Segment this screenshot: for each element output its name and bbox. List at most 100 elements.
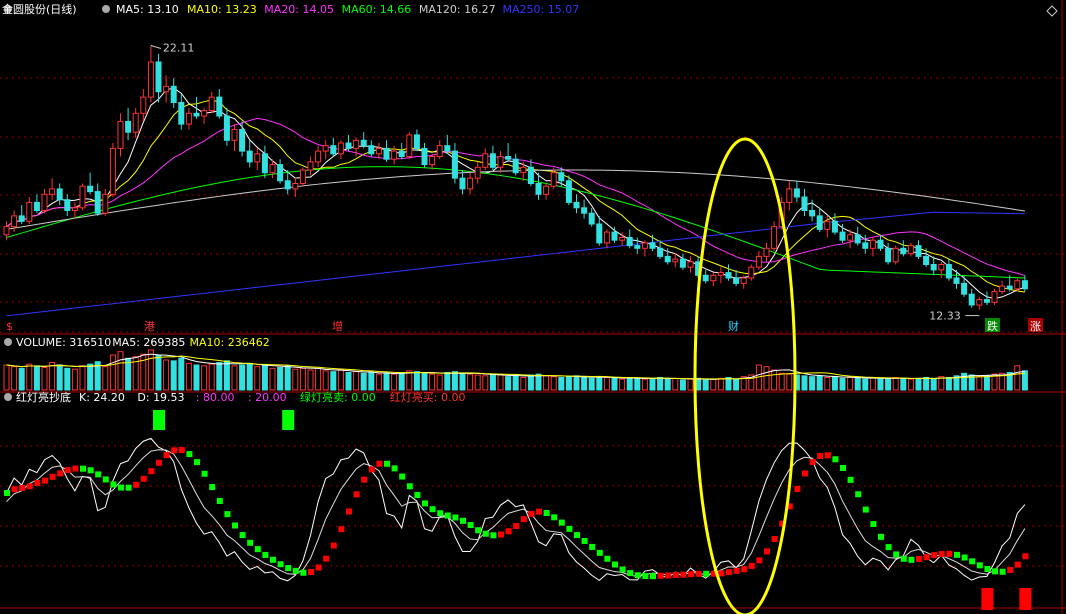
trend-square — [961, 554, 968, 561]
event-marker[interactable]: 增 — [330, 318, 345, 333]
event-marker-text: 财 — [728, 319, 739, 333]
volume-bar — [71, 368, 78, 391]
candle-body — [793, 188, 800, 198]
trend-square — [346, 508, 352, 515]
volume-bar — [634, 377, 641, 391]
trend-square — [581, 537, 588, 544]
candle-body — [246, 150, 253, 163]
candle-body — [201, 110, 208, 117]
candle-body — [748, 266, 755, 279]
volume-bar — [907, 378, 914, 391]
volume-bar — [596, 376, 603, 391]
trend-square — [163, 452, 170, 459]
candle-body — [771, 226, 778, 249]
candle-body — [64, 199, 71, 211]
candle-body — [178, 102, 185, 125]
event-marker-text: 涨 — [1030, 320, 1041, 333]
candle-body — [885, 247, 892, 263]
trend-square — [216, 497, 223, 504]
volume-bar — [535, 373, 542, 391]
event-marker[interactable]: 涨 — [1028, 318, 1043, 333]
volume-bar — [360, 372, 367, 391]
trend-square — [140, 475, 147, 482]
volume-bar — [581, 377, 588, 391]
candle-body — [421, 147, 428, 166]
candle-body — [801, 196, 808, 211]
event-marker[interactable]: 跌 — [985, 318, 1000, 333]
trend-square — [72, 465, 79, 472]
ma250-line — [6, 211, 1025, 317]
trend-square — [954, 551, 960, 558]
trend-square — [330, 542, 337, 549]
trend-square — [194, 459, 200, 466]
volume-bar — [725, 377, 732, 391]
trend-square — [817, 453, 824, 460]
trend-square — [262, 551, 269, 558]
trend-square — [558, 519, 565, 526]
volume-bar — [763, 366, 770, 391]
high-pointer — [150, 45, 162, 50]
candle-body — [315, 150, 322, 163]
event-marker[interactable]: 港 — [142, 318, 157, 333]
candle-body — [489, 153, 496, 168]
volume-bar — [11, 366, 18, 391]
volume-bar — [892, 377, 899, 391]
trend-square — [399, 473, 406, 480]
trend-square — [840, 464, 846, 471]
oscillator-panel[interactable] — [4, 410, 1032, 610]
price-panel[interactable]: 22.11 12.33 $ 港 增 财 跌 涨 — [3, 42, 1043, 333]
volume-bar — [117, 351, 124, 391]
candle-body — [543, 185, 550, 195]
candle-body — [406, 134, 413, 157]
volume-bar — [702, 379, 709, 391]
candle-body — [862, 242, 869, 249]
trend-square — [855, 491, 862, 498]
volume-bar — [869, 377, 876, 391]
candle-body — [733, 277, 740, 284]
candle-body — [223, 115, 230, 141]
volume-bar — [786, 373, 793, 391]
candle-body — [322, 145, 329, 152]
candle-body — [535, 183, 542, 195]
candle-body — [497, 156, 504, 168]
indicator-label: MA10: 236462 — [190, 336, 270, 349]
candle-body — [147, 61, 154, 98]
event-markers[interactable]: $ 港 增 财 跌 涨 — [4, 318, 1043, 333]
trend-square — [156, 459, 162, 466]
trend-square — [308, 568, 314, 575]
trend-square — [42, 477, 48, 484]
event-marker[interactable]: $ — [4, 318, 19, 333]
trend-square — [414, 492, 421, 499]
trend-square — [900, 555, 907, 562]
event-marker[interactable]: 财 — [726, 318, 741, 333]
candle-body — [125, 120, 132, 133]
trend-square — [384, 460, 390, 467]
volume-bar — [558, 377, 565, 391]
candle-body — [619, 237, 626, 241]
volume-bar — [862, 378, 869, 391]
volume-bar — [550, 376, 557, 391]
candle-body — [740, 277, 747, 284]
trend-square — [437, 510, 444, 517]
candle-body — [611, 231, 618, 241]
volume-bar — [687, 378, 694, 391]
trend-square — [923, 554, 930, 561]
candle-body — [550, 172, 557, 187]
volume-bar — [3, 364, 10, 391]
panel-collapse-icon — [4, 338, 12, 346]
trend-square — [270, 556, 276, 563]
volume-bar — [299, 367, 306, 391]
candle-body — [155, 61, 162, 93]
low-price-label: 12.33 — [929, 310, 961, 323]
trend-square — [878, 533, 884, 540]
indicator-label: MA5: 269385 — [112, 336, 185, 349]
trend-square — [4, 490, 10, 497]
volume-panel[interactable] — [3, 349, 1028, 391]
volume-bar — [467, 373, 474, 391]
candle-body — [413, 134, 420, 149]
candle-body — [292, 183, 299, 190]
candle-body — [664, 255, 671, 263]
trend-square — [916, 555, 922, 562]
volume-bar — [398, 372, 405, 391]
trend-square — [232, 522, 238, 529]
